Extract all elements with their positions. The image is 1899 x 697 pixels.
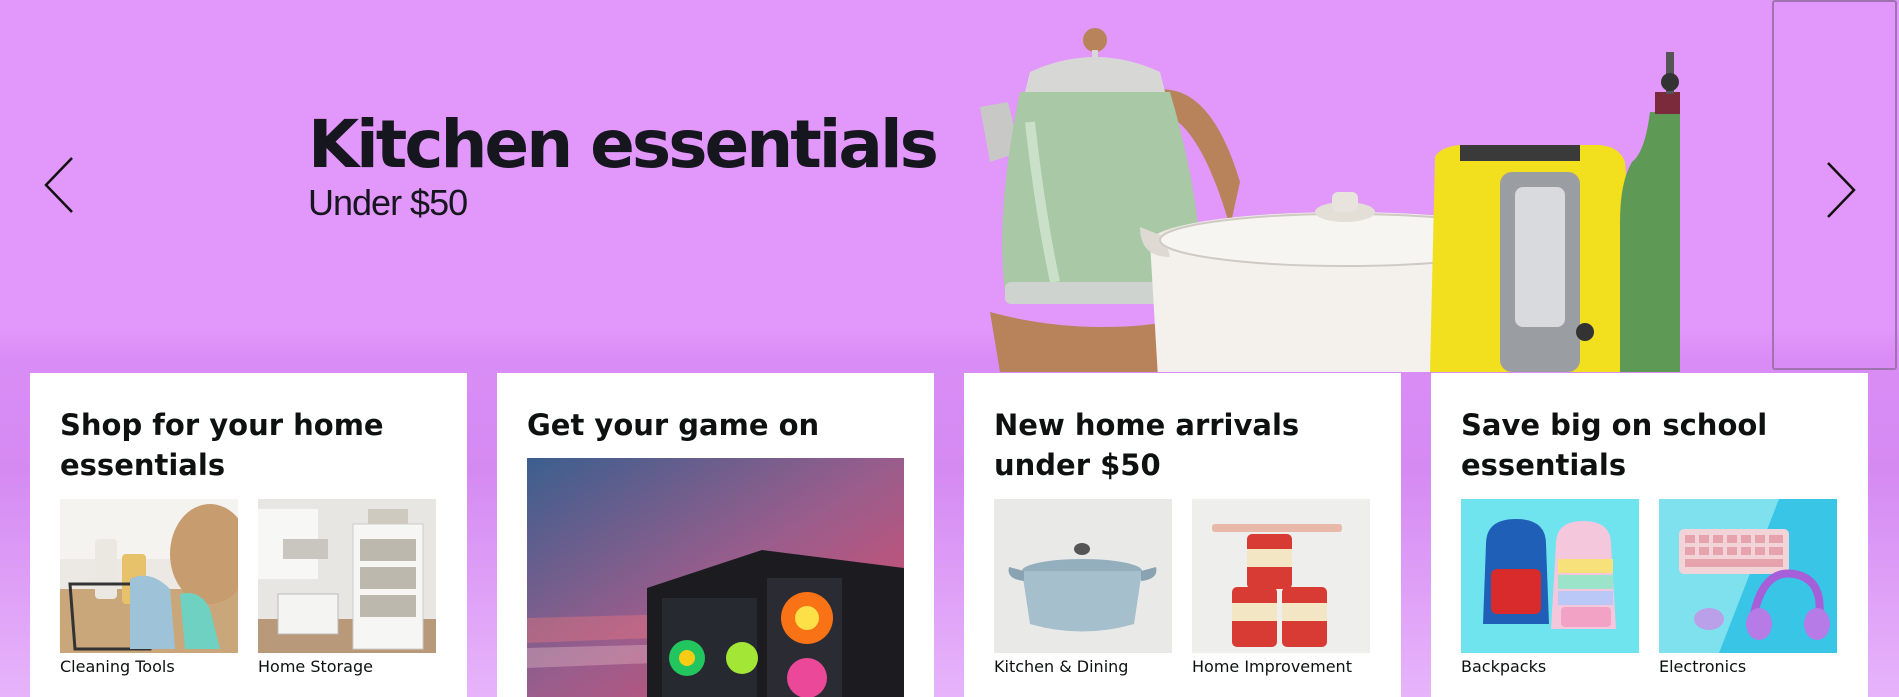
tile-kitchen-dining[interactable]: Kitchen & Dining [994,499,1172,676]
carousel-prev-button[interactable] [22,125,92,245]
gaming-pc-image[interactable] [527,458,904,697]
tile-label: Electronics [1659,657,1747,676]
tile-backpacks[interactable]: Backpacks [1461,499,1639,676]
tile-label: Kitchen & Dining [994,657,1129,676]
tile-label: Cleaning Tools [60,657,175,676]
hero-subtitle: Under $50 [308,182,468,223]
tile-electronics[interactable]: Electronics [1659,499,1837,676]
tile-cleaning-tools[interactable]: Cleaning Tools [60,499,238,676]
card-title[interactable]: New home arrivals under $50 [994,405,1381,485]
chevron-right-icon [1827,162,1856,218]
card-title[interactable]: Shop for your home essentials [60,405,447,485]
hero-title: Kitchen essentials [308,106,939,183]
hero-products-image [980,28,1680,372]
hero-headline[interactable]: Kitchen essentials Under $50 [308,106,939,224]
chevron-left-icon [44,157,73,213]
card-title[interactable]: Save big on school essentials [1461,405,1848,485]
backpacks-image [1461,499,1639,653]
tile-home-storage[interactable]: Home Storage [258,499,436,676]
card-school-essentials: Save big on school essentials Backpacks [1431,373,1868,697]
card-game-on: Get your game on [497,373,934,697]
card-home-essentials: Shop for your home essentials Cleaning T… [30,373,467,697]
tile-label: Backpacks [1461,657,1547,676]
electronics-image [1659,499,1837,653]
home-storage-image [258,499,436,653]
bottle-image [1620,52,1680,372]
tile-home-improvement[interactable]: Home Improvement [1192,499,1370,676]
tile-label: Home Improvement [1192,657,1352,676]
cleaning-tools-image [60,499,238,653]
card-title[interactable]: Get your game on [527,405,914,445]
kitchen-dining-image [994,499,1172,653]
home-improvement-image [1192,499,1370,653]
carousel-next-button[interactable] [1772,0,1897,370]
toaster-image [1430,145,1640,372]
card-new-home-arrivals: New home arrivals under $50 Kitchen & Di… [964,373,1401,697]
tile-label: Home Storage [258,657,373,676]
hero-carousel[interactable]: Kitchen essentials Under $50 [0,0,1899,372]
